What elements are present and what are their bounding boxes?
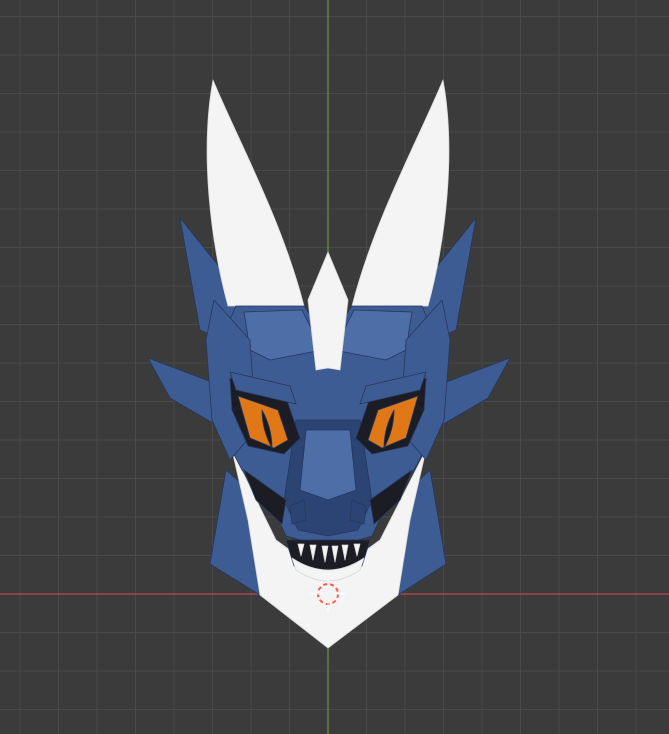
3d-viewport[interactable] <box>0 0 669 734</box>
3d-cursor-icon[interactable] <box>0 0 669 734</box>
